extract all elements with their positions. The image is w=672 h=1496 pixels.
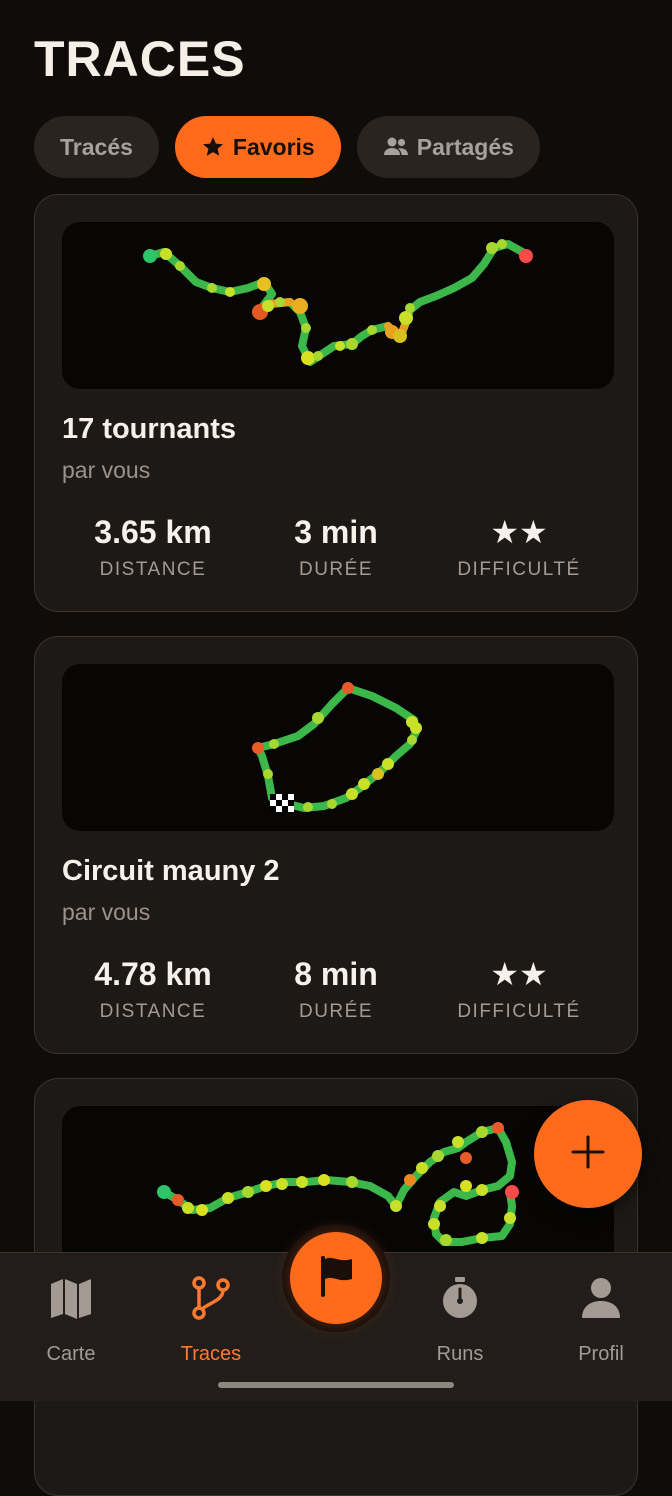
tab-label: Tracés [60, 133, 133, 160]
user-icon [536, 1273, 666, 1323]
map-icon [6, 1273, 136, 1323]
stat-difficulty: ★★ DIFFICULTÉ [419, 955, 619, 1023]
stat-value: 8 min [294, 956, 378, 992]
start-marker [143, 249, 157, 263]
flag-icon [316, 1255, 356, 1302]
route-icon [146, 1273, 276, 1323]
record-run-button-inner [290, 1232, 382, 1324]
nav-label: Traces [180, 1343, 242, 1365]
stat-label: DURÉE [298, 1001, 373, 1022]
trace-author: par vous [62, 457, 151, 483]
tab-label: Favoris [232, 133, 315, 160]
stopwatch-icon [395, 1273, 525, 1323]
checkered-flag-icon [270, 794, 294, 812]
nav-label: Runs [436, 1343, 484, 1365]
record-run-button[interactable] [282, 1224, 390, 1332]
trace-name: 17 tournants [62, 413, 237, 445]
nav-item-runs[interactable]: Runs [395, 1273, 525, 1366]
trace-map-preview [62, 222, 614, 389]
stat-value: ★★ [490, 514, 548, 550]
trace-map-preview [62, 664, 614, 831]
trace-card[interactable]: 17 tournants par vous 3.65 km DISTANCE 3… [34, 194, 638, 612]
stat-difficulty: ★★ DIFFICULTÉ [419, 513, 619, 581]
stat-label: DURÉE [298, 559, 373, 580]
stat-label: DISTANCE [99, 1001, 207, 1022]
tab-traces[interactable]: Tracés [34, 116, 159, 178]
tab-partages[interactable]: Partagés [356, 116, 540, 178]
page-title: TRACES [34, 31, 246, 87]
end-marker [519, 249, 533, 263]
stat-distance: 4.78 km DISTANCE [53, 955, 253, 1023]
trace-author: par vous [62, 899, 151, 925]
stat-value: 3 min [294, 514, 378, 550]
home-indicator [218, 1382, 454, 1388]
add-trace-button[interactable] [534, 1100, 642, 1208]
start-marker [157, 1185, 171, 1199]
nav-label: Profil [578, 1343, 624, 1365]
nav-label: Carte [46, 1343, 96, 1365]
nav-item-traces[interactable]: Traces [146, 1273, 276, 1366]
stat-value: ★★ [490, 956, 548, 992]
plus-icon [571, 1135, 605, 1174]
stat-value: 3.65 km [94, 514, 212, 550]
tab-label: Partagés [416, 133, 514, 160]
end-marker [505, 1185, 519, 1199]
stat-label: DIFFICULTÉ [457, 1001, 581, 1022]
trace-card[interactable]: Circuit mauny 2 par vous 4.78 km DISTANC… [34, 636, 638, 1054]
nav-item-carte[interactable]: Carte [6, 1273, 136, 1366]
star-icon [201, 135, 225, 159]
stat-duration: 8 min DURÉE [236, 955, 436, 1023]
trace-name: Circuit mauny 2 [62, 855, 280, 887]
stat-value: 4.78 km [94, 956, 212, 992]
stat-label: DISTANCE [99, 559, 207, 580]
people-icon [383, 136, 409, 158]
nav-item-profil[interactable]: Profil [536, 1273, 666, 1366]
stat-label: DIFFICULTÉ [457, 559, 581, 580]
tab-favoris[interactable]: Favoris [174, 116, 341, 178]
stat-distance: 3.65 km DISTANCE [53, 513, 253, 581]
stat-duration: 3 min DURÉE [236, 513, 436, 581]
tab-bar: Tracés Favoris Partagés [34, 116, 540, 178]
